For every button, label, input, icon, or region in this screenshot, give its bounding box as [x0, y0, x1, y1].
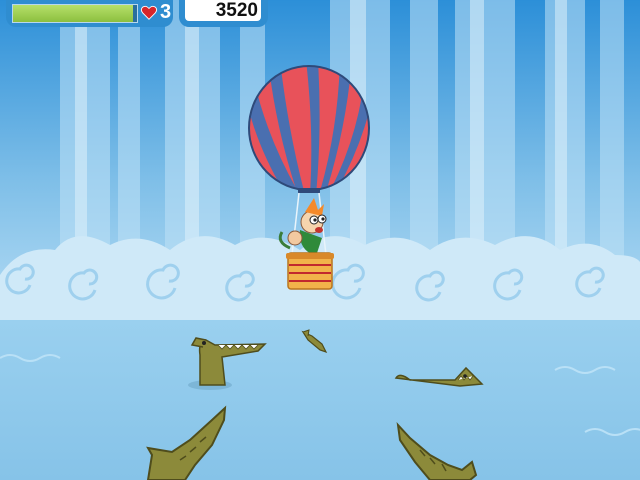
lives-indicator: 3: [140, 1, 171, 24]
score-value: 3520: [185, 0, 261, 21]
score-panel: 3520: [179, 0, 268, 27]
heart-icon: [140, 5, 158, 20]
health-bar: [12, 4, 138, 23]
game-scene: [0, 0, 640, 480]
health-panel: 3: [6, 0, 173, 27]
health-bar-fill: [13, 5, 134, 22]
lives-count: 3: [160, 1, 172, 23]
balloon-basket: [286, 252, 334, 290]
